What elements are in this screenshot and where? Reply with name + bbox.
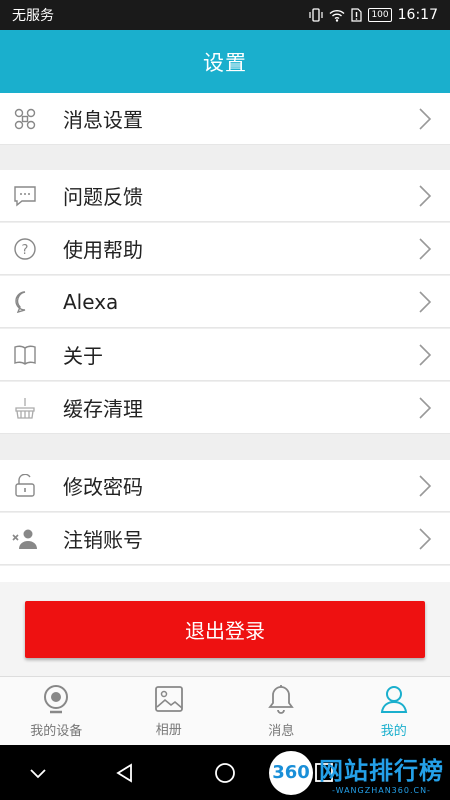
nav-label-messages: 消息: [268, 723, 295, 739]
back-icon[interactable]: [115, 763, 135, 783]
menu-label-cancel-account: 注销账号: [63, 528, 143, 552]
user-icon: [380, 685, 407, 713]
camera-icon: [44, 684, 69, 713]
chevron-right-icon: [410, 237, 440, 261]
chevron-right-icon: [410, 107, 440, 131]
speech-bubble-icon: [0, 290, 50, 314]
broom-icon: [0, 396, 50, 420]
menu-label-help: 使用帮助: [63, 238, 143, 262]
logout-area: 退出登录: [0, 582, 450, 676]
menu-label-change-password: 修改密码: [63, 475, 143, 499]
watermark: 360 网站排行榜 -WANGZHAN360.CN-: [269, 745, 444, 800]
bottom-nav: 我的设备 相册 消息 我的: [0, 676, 450, 745]
chat-icon: [0, 185, 50, 207]
nav-item-mine[interactable]: 我的: [338, 677, 450, 745]
nav-label-album: 相册: [155, 722, 182, 738]
menu-item-clear-cache[interactable]: 缓存清理: [0, 382, 450, 434]
android-nav-bar: 360 网站排行榜 -WANGZHAN360.CN-: [0, 745, 450, 800]
menu-item-change-password[interactable]: 修改密码: [0, 460, 450, 512]
wifi-icon: [329, 9, 345, 22]
chevron-right-icon: [410, 184, 440, 208]
lock-icon: [0, 473, 50, 498]
menu-label-clear-cache: 缓存清理: [63, 397, 143, 421]
chevron-right-icon: [410, 290, 440, 314]
help-icon: ?: [0, 237, 50, 261]
svg-text:?: ?: [22, 243, 29, 258]
carrier-text: 无服务: [12, 8, 54, 24]
menu-label-alexa: Alexa: [63, 289, 119, 314]
vibrate-icon: [309, 8, 324, 22]
app-header: 设置: [0, 30, 450, 93]
clock-text: 16:17: [397, 7, 438, 23]
nav-label-my-devices: 我的设备: [30, 723, 83, 739]
nav-item-my-devices[interactable]: 我的设备: [0, 677, 113, 745]
menu-label-message-settings: 消息设置: [63, 108, 143, 132]
chevron-right-icon: [410, 474, 440, 498]
chevron-right-icon: [410, 343, 440, 367]
nav-item-messages[interactable]: 消息: [225, 677, 338, 745]
logout-button[interactable]: 退出登录: [25, 601, 425, 658]
chevron-right-icon: [410, 527, 440, 551]
chevron-right-icon: [410, 396, 440, 420]
battery-indicator: 100: [368, 8, 392, 22]
menu-item-alexa[interactable]: Alexa: [0, 276, 450, 328]
home-icon[interactable]: [214, 763, 236, 785]
watermark-logo: 360: [269, 750, 313, 795]
page-title: 设置: [203, 50, 247, 75]
bell-icon: [268, 684, 295, 714]
nav-label-mine: 我的: [380, 723, 407, 739]
album-icon: [154, 685, 183, 712]
menu-item-feedback[interactable]: 问题反馈: [0, 170, 450, 222]
menu-item-cancel-account[interactable]: 注销账号: [0, 513, 450, 565]
watermark-subtitle: -WANGZHAN360.CN-: [332, 785, 431, 795]
menu-label-about: 关于: [63, 344, 103, 368]
hide-keyboard-icon[interactable]: [28, 763, 48, 783]
menu-item-help[interactable]: ? 使用帮助: [0, 223, 450, 275]
sim-alert-icon: [351, 8, 363, 22]
nav-item-album[interactable]: 相册: [113, 677, 226, 745]
command-icon: [0, 107, 50, 131]
watermark-text: 网站排行榜 -WANGZHAN360.CN-: [319, 751, 444, 795]
status-bar: 无服务 100 16:17: [0, 0, 450, 30]
watermark-title: 网站排行榜: [319, 756, 444, 785]
menu-item-about[interactable]: 关于: [0, 329, 450, 381]
menu-label-feedback: 问题反馈: [63, 185, 143, 209]
status-icons: 100 16:17: [309, 7, 438, 23]
menu-item-message-settings[interactable]: 消息设置: [0, 93, 450, 145]
book-icon: [0, 344, 50, 366]
user-remove-icon: [0, 528, 50, 550]
